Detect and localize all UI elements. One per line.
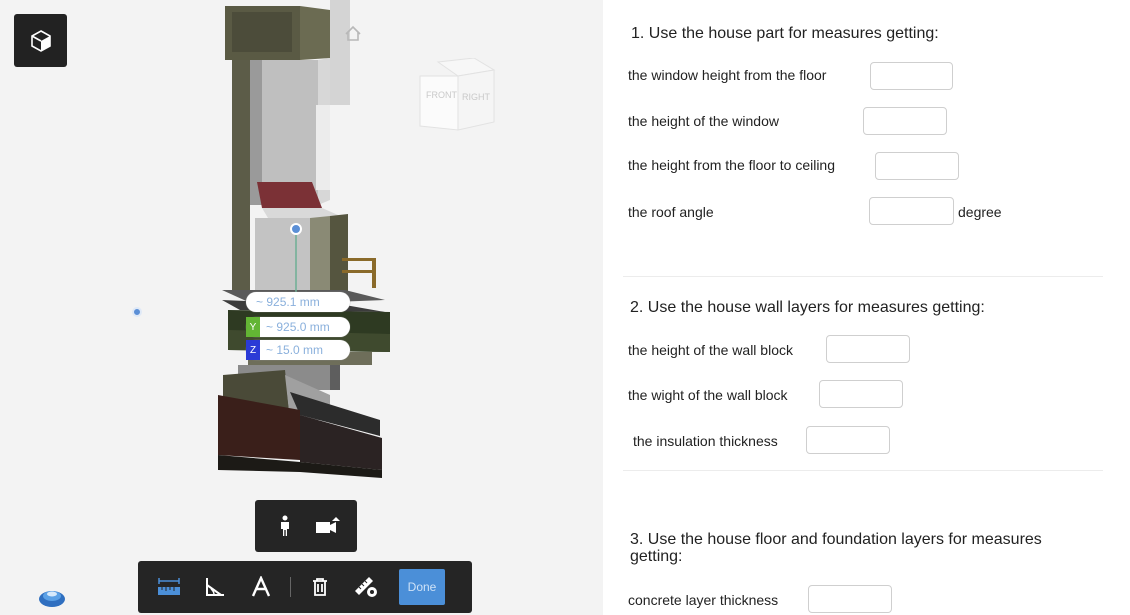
home-icon[interactable] [343, 24, 363, 44]
row-label: the height of the window [628, 113, 779, 129]
insulation-thickness-input[interactable] [806, 426, 890, 454]
roof-angle-input[interactable] [869, 197, 954, 225]
delete-measure-button[interactable] [299, 567, 341, 607]
section-1-title: 1. Use the house part for measures getti… [631, 25, 939, 42]
section-3-title-line1: 3. Use the house floor and foundation la… [630, 531, 1042, 548]
toolbar-separator [290, 577, 291, 597]
measurement-worksheet: 1. Use the house part for measures getti… [603, 0, 1130, 615]
walk-button[interactable] [264, 506, 306, 546]
section-divider [623, 276, 1103, 277]
window-height-input[interactable] [863, 107, 947, 135]
distance-measure-button[interactable] [148, 567, 190, 607]
trash-icon [313, 578, 327, 596]
section-3-title-line2: getting: [630, 548, 683, 565]
angle-icon [206, 578, 224, 596]
model-viewer[interactable]: FRONT RIGHT ~ 925.1 mm Y ~ 925.0 mm Z ~ … [0, 0, 603, 615]
area-icon [251, 576, 271, 597]
area-measure-button[interactable] [240, 567, 282, 607]
measurement-total-value: ~ 925.1 mm [256, 295, 320, 309]
row-label: the height of the wall block [628, 342, 793, 358]
pivot-point[interactable] [132, 307, 142, 317]
person-icon [280, 515, 289, 536]
row-label: the window height from the floor [628, 67, 827, 83]
row-label: the insulation thickness [633, 433, 778, 449]
navigation-toolbar [255, 500, 357, 552]
row-label: the height from the floor to ceiling [628, 157, 836, 173]
section-2-title: 2. Use the house wall layers for measure… [630, 299, 985, 316]
measurement-total: ~ 925.1 mm [246, 292, 350, 312]
measure-toolbar: Done [138, 561, 472, 613]
axis-z-chip: Z [246, 340, 260, 360]
measurement-z: Z ~ 15.0 mm [246, 340, 350, 360]
row-label: the roof angle [628, 204, 714, 220]
concrete-layer-thickness-input[interactable] [808, 585, 892, 613]
view-mode-button[interactable] [14, 14, 67, 67]
measurement-y: Y ~ 925.0 mm [246, 317, 350, 337]
view-cube[interactable]: FRONT RIGHT [416, 58, 498, 134]
roof-angle-unit: degree [958, 204, 1002, 220]
floor-to-ceiling-input[interactable] [875, 152, 959, 180]
ruler-icon [158, 578, 180, 595]
ruler-gear-icon [355, 577, 377, 597]
wall-block-height-input[interactable] [826, 335, 910, 363]
axis-y-chip: Y [246, 317, 260, 337]
row-label: the wight of the wall block [628, 387, 788, 403]
measure-settings-button[interactable] [345, 567, 387, 607]
viewcube-right-label: RIGHT [462, 92, 491, 102]
measurement-y-value: ~ 925.0 mm [266, 320, 330, 334]
viewcube-front-label: FRONT [426, 90, 457, 100]
done-button[interactable]: Done [399, 569, 445, 605]
bim-logo-icon [39, 591, 65, 607]
angle-measure-button[interactable] [194, 567, 236, 607]
section-divider [623, 470, 1103, 471]
cube-icon [30, 29, 51, 52]
camera-button[interactable] [307, 506, 349, 546]
measurement-z-value: ~ 15.0 mm [266, 343, 324, 357]
window-height-from-floor-input[interactable] [870, 62, 953, 90]
video-camera-icon [315, 517, 340, 533]
row-label: concrete layer thickness [628, 592, 779, 608]
wall-block-width-input[interactable] [819, 380, 903, 408]
